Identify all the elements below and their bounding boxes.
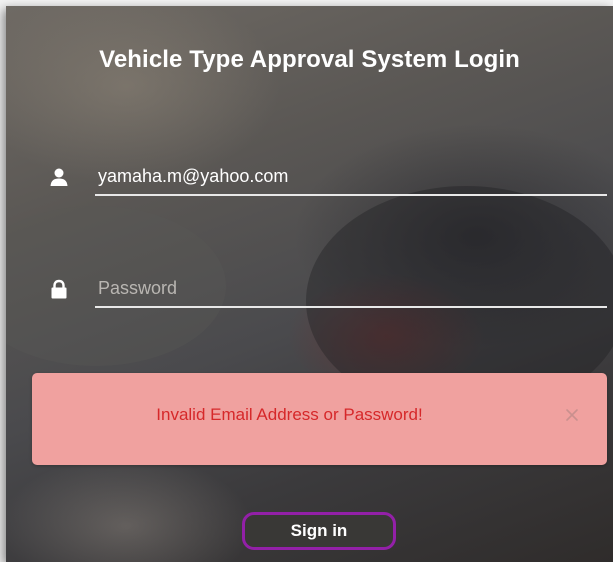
error-message: Invalid Email Address or Password! <box>156 405 423 424</box>
email-field-group <box>46 158 607 198</box>
error-alert: Invalid Email Address or Password! <box>32 373 607 465</box>
email-input[interactable] <box>95 158 607 196</box>
password-field-group <box>46 270 607 310</box>
login-panel: Vehicle Type Approval System Login Inval… <box>6 6 613 562</box>
user-icon <box>49 167 69 187</box>
sign-in-button[interactable]: Sign in <box>242 512 396 550</box>
window-frame: Vehicle Type Approval System Login Inval… <box>0 0 613 562</box>
close-icon[interactable] <box>563 406 581 424</box>
lock-icon <box>49 279 69 299</box>
page-title: Vehicle Type Approval System Login <box>99 46 520 73</box>
password-input[interactable] <box>95 270 607 308</box>
